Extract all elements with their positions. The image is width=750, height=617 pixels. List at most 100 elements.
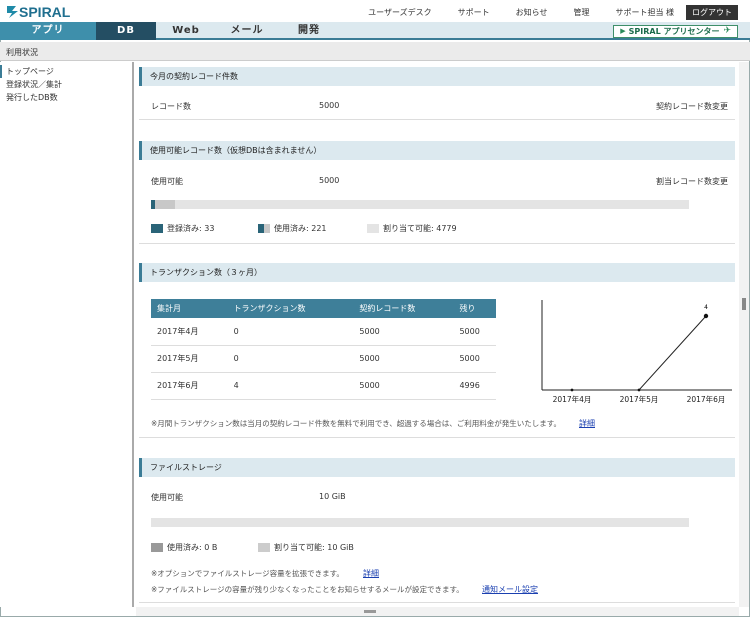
legend-storage-assignable: 割り当て可能: 10 GiB	[258, 542, 354, 553]
transaction-table: 集計月 トランザクション数 契約レコード数 残り 2017年4月 0 5000 …	[151, 299, 496, 400]
registered-fill	[151, 200, 155, 209]
record-count-label: レコード数	[151, 102, 191, 111]
used-swatch	[258, 224, 270, 233]
vertical-scrollbar[interactable]	[739, 62, 749, 607]
col-remaining: 残り	[453, 299, 496, 318]
news-link[interactable]: お知らせ	[516, 7, 548, 18]
page-title-bar: 利用状況	[0, 42, 750, 61]
users-desk-link[interactable]: ユーザーズデスク	[368, 7, 431, 18]
legend-assignable-text: 割り当て可能: 4779	[383, 224, 457, 233]
user-name[interactable]: サポート担当 様	[615, 7, 674, 18]
legend-storage-used: 使用済み: 0 B	[151, 542, 217, 553]
cell-month: 2017年5月	[151, 345, 228, 373]
divider	[139, 243, 735, 244]
cell-remaining: 4996	[453, 372, 496, 400]
app-center-label: SPIRAL アプリセンター	[628, 27, 720, 36]
chart-tick-label: 2017年5月	[620, 394, 659, 404]
col-month: 集計月	[151, 299, 228, 318]
used-fill	[151, 200, 175, 209]
section-transactions: トランザクション数（３ヶ月）	[139, 263, 735, 282]
page-title: 利用状況	[6, 48, 38, 57]
change-contract-records-link[interactable]: 契約レコード数変更	[656, 101, 728, 112]
sidebar-item-db-count[interactable]: 発行したDB数	[0, 91, 132, 104]
storage-note-expand: ※オプションでファイルストレージ容量を拡張できます。	[151, 569, 344, 578]
cell-remaining: 5000	[453, 318, 496, 346]
chart-point	[637, 388, 641, 392]
logout-button[interactable]: ログアウト	[686, 5, 738, 20]
spiral-logo[interactable]: SPIRAL	[6, 3, 88, 20]
registered-swatch	[151, 224, 163, 233]
tab-mail[interactable]: メール	[216, 22, 278, 40]
legend-registered: 登録済み: 33	[151, 223, 214, 234]
cell-remaining: 5000	[453, 345, 496, 373]
support-link[interactable]: サポート	[458, 7, 490, 18]
transaction-note: ※月間トランザクション数は当月の契約レコード件数を無料で利用でき、超過する場合は…	[151, 419, 562, 428]
chart-point	[703, 313, 709, 319]
vertical-scroll-thumb[interactable]	[742, 298, 746, 310]
section-usable-records: 使用可能レコード数（仮想DBは含まれません）	[139, 141, 735, 160]
cell-month: 2017年6月	[151, 372, 228, 400]
storage-usable-label: 使用可能	[151, 493, 183, 502]
record-count-value: 5000	[319, 101, 340, 110]
legend-registered-text: 登録済み: 33	[167, 224, 215, 233]
sidebar-item-top[interactable]: トップページ	[0, 65, 132, 78]
storage-note-notify: ※ファイルストレージの容量が残り少なくなったことをお知らせするメールが設定できま…	[151, 585, 464, 594]
legend-used: 使用済み: 221	[258, 223, 327, 234]
usable-label: 使用可能	[151, 177, 183, 186]
sidebar: トップページ 登録状況／集計 発行したDB数	[0, 62, 134, 607]
top-links: ユーザーズデスク サポート お知らせ 管理 サポート担当 様 ログアウト	[342, 5, 738, 20]
record-usage-bar	[151, 200, 689, 209]
storage-usable-value: 10 GiB	[319, 492, 346, 501]
chart-points: 4	[570, 304, 709, 392]
col-transactions: トランザクション数	[227, 299, 354, 318]
section-monthly-records: 今月の契約レコード件数	[139, 67, 735, 86]
tab-dev[interactable]: 開発	[278, 22, 340, 40]
cell-contract: 5000	[353, 372, 454, 400]
legend-storage-assignable-text: 割り当て可能: 10 GiB	[274, 543, 354, 552]
change-assigned-records-link[interactable]: 割当レコード数変更	[656, 176, 728, 187]
table-row: 2017年5月 0 5000 5000	[151, 345, 496, 373]
legend-storage-used-text: 使用済み: 0 B	[167, 543, 218, 552]
storage-detail-link[interactable]: 詳細	[363, 568, 379, 579]
top-header: SPIRAL ユーザーズデスク サポート お知らせ 管理 サポート担当 様 ログ…	[0, 0, 750, 22]
tab-db[interactable]: DB	[96, 22, 156, 40]
chart-tick-labels: 2017年4月 2017年5月 2017年6月	[553, 394, 726, 404]
table-header-row: 集計月 トランザクション数 契約レコード数 残り	[151, 299, 496, 318]
usable-value: 5000	[319, 176, 340, 185]
divider	[139, 602, 735, 603]
table-row: 2017年4月 0 5000 5000	[151, 318, 496, 346]
legend-assignable: 割り当て可能: 4779	[367, 223, 457, 234]
divider	[139, 437, 735, 438]
logo-text: SPIRAL	[19, 4, 71, 20]
play-arrow-icon: ▶	[620, 27, 626, 35]
table-row: 2017年6月 4 5000 4996	[151, 372, 496, 400]
app-center-button[interactable]: ▶ SPIRAL アプリセンター ✈	[613, 25, 738, 38]
horizontal-scroll-thumb[interactable]	[364, 610, 376, 613]
notification-mail-settings-link[interactable]: 通知メール設定	[482, 584, 538, 595]
col-contract-records: 契約レコード数	[353, 299, 454, 318]
legend-used-text: 使用済み: 221	[274, 224, 327, 233]
transaction-detail-link[interactable]: 詳細	[579, 418, 595, 429]
rocket-icon: ✈	[723, 26, 731, 36]
chart-point	[570, 388, 574, 392]
storage-usage-bar	[151, 518, 689, 527]
cell-transactions: 4	[227, 372, 354, 400]
tab-web[interactable]: Web	[156, 22, 216, 40]
divider	[139, 119, 735, 120]
assignable-swatch	[367, 224, 379, 233]
cell-contract: 5000	[353, 318, 454, 346]
horizontal-scrollbar[interactable]	[136, 607, 739, 616]
main-nav: アプリ DB Web メール 開発 ▶ SPIRAL アプリセンター ✈	[0, 22, 750, 40]
cell-contract: 5000	[353, 345, 454, 373]
main-content: 今月の契約レコード件数 レコード数 5000 契約レコード数変更 使用可能レコー…	[136, 62, 738, 607]
sidebar-item-registration[interactable]: 登録状況／集計	[0, 78, 132, 91]
cell-transactions: 0	[227, 345, 354, 373]
chart-data-label: 4	[704, 304, 708, 311]
cell-transactions: 0	[227, 318, 354, 346]
storage-used-swatch	[151, 543, 163, 552]
spiral-logo-icon: SPIRAL	[7, 4, 71, 20]
admin-link[interactable]: 管理	[573, 7, 589, 18]
tab-app[interactable]: アプリ	[0, 22, 96, 40]
section-file-storage: ファイルストレージ	[139, 458, 735, 477]
transaction-chart: 4 2017年4月 2017年5月 2017年6月	[541, 300, 732, 404]
